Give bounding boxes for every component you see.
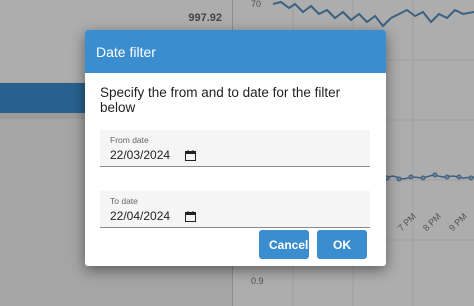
dialog-actions: Cancel OK — [259, 230, 367, 259]
cancel-button[interactable]: Cancel — [259, 230, 309, 259]
to-date-label: To date — [110, 196, 138, 206]
calendar-icon[interactable] — [185, 211, 196, 222]
dialog-instructions: Specify the from and to date for the fil… — [100, 85, 341, 115]
dialog-header: Date filter — [85, 30, 386, 73]
ok-button[interactable]: OK — [317, 230, 367, 259]
from-date-input[interactable]: 22/03/2024 — [110, 148, 170, 162]
date-filter-dialog: Date filter Specify the from and to date… — [85, 30, 386, 266]
to-date-field[interactable]: To date 22/04/2024 — [100, 191, 370, 228]
from-date-label: From date — [110, 135, 149, 145]
to-date-input[interactable]: 22/04/2024 — [110, 209, 170, 223]
from-date-field[interactable]: From date 22/03/2024 — [100, 130, 370, 167]
dialog-title: Date filter — [96, 43, 156, 60]
calendar-icon[interactable] — [185, 150, 196, 161]
dialog-body: Specify the from and to date for the fil… — [85, 73, 386, 228]
